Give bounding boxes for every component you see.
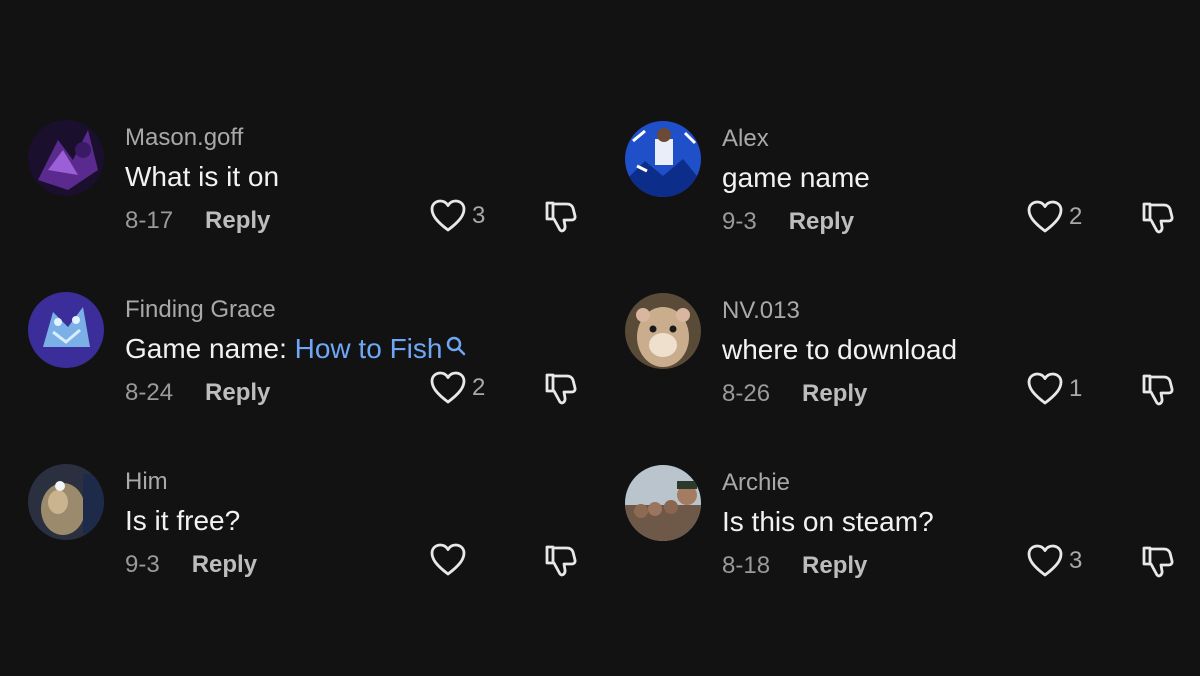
thumbs-down-icon (545, 373, 577, 405)
comment-date: 8-17 (125, 207, 174, 234)
comment-text: Is this on steam? (722, 506, 934, 538)
reply-button[interactable]: Reply (205, 379, 270, 406)
like-button[interactable]: 3 (1027, 544, 1083, 578)
comment-text: game name (722, 162, 870, 194)
like-button[interactable]: 3 (430, 199, 486, 233)
like-button[interactable] (430, 543, 486, 577)
like-button[interactable]: 2 (430, 371, 486, 405)
comment-item: Him Is it free? 9-3 Reply (28, 464, 583, 584)
comment-text: Is it free? (125, 505, 240, 537)
thumbs-down-icon (1142, 546, 1174, 578)
like-count: 3 (1069, 547, 1083, 574)
search-link[interactable]: How to Fish (295, 333, 443, 364)
like-count: 1 (1069, 375, 1083, 402)
comment-meta: 8-24 Reply (125, 379, 270, 407)
comment-meta: 8-17 Reply (125, 207, 270, 235)
like-button[interactable]: 1 (1027, 372, 1083, 406)
thumbs-down-icon (1142, 202, 1174, 234)
comment-item: NV.013 where to download 8-26 Reply 1 (625, 293, 1180, 413)
comment-username[interactable]: NV.013 (722, 297, 800, 325)
comment-item: Mason.goff What is it on 8-17 Reply 3 (28, 120, 583, 240)
avatar[interactable] (28, 292, 104, 368)
comment-username[interactable]: Him (125, 468, 168, 496)
heart-icon (1027, 372, 1063, 405)
comment-text-content: Is it free? (125, 505, 241, 536)
dislike-button[interactable] (543, 371, 579, 412)
dislike-button[interactable] (543, 199, 579, 240)
avatar[interactable] (625, 465, 701, 541)
avatar[interactable] (625, 121, 701, 197)
comment-text: Game name: How to Fish (125, 333, 466, 365)
comment-date: 8-18 (722, 552, 771, 579)
dislike-button[interactable] (543, 543, 579, 584)
comment-meta: 8-18 Reply (722, 552, 867, 580)
comment-item: Alex game name 9-3 Reply 2 (625, 121, 1180, 241)
reply-button[interactable]: Reply (802, 380, 867, 407)
comment-date: 9-3 (722, 208, 757, 235)
like-count: 2 (1069, 203, 1083, 230)
comment-text: where to download (722, 334, 957, 366)
avatar[interactable] (28, 120, 104, 196)
comment-item: Archie Is this on steam? 8-18 Reply 3 (625, 465, 1180, 585)
like-button[interactable]: 2 (1027, 200, 1083, 234)
comment-meta: 8-26 Reply (722, 380, 867, 408)
comment-text-content: Is this on steam? (722, 506, 934, 537)
avatar[interactable] (28, 464, 104, 540)
reply-button[interactable]: Reply (205, 207, 270, 234)
thumbs-down-icon (1142, 374, 1174, 406)
dislike-button[interactable] (1140, 200, 1176, 241)
dislike-button[interactable] (1140, 544, 1176, 585)
comment-username[interactable]: Alex (722, 125, 769, 153)
comment-username[interactable]: Finding Grace (125, 296, 276, 324)
comment-item: Finding Grace Game name: How to Fish 8-2… (28, 292, 583, 412)
heart-icon (1027, 544, 1063, 577)
comment-date: 8-24 (125, 379, 174, 406)
avatar[interactable] (625, 293, 701, 369)
dislike-button[interactable] (1140, 372, 1176, 413)
comment-text-content: game name (722, 162, 870, 193)
comment-meta: 9-3 Reply (125, 551, 257, 579)
heart-icon (430, 371, 466, 404)
like-count: 2 (472, 374, 486, 401)
reply-button[interactable]: Reply (789, 208, 854, 235)
comment-date: 8-26 (722, 380, 771, 407)
thumbs-down-icon (545, 545, 577, 577)
comment-text-content: What is it on (125, 161, 280, 192)
comment-text-content: where to download (722, 334, 958, 365)
comment-date: 9-3 (125, 551, 160, 578)
comment-text: What is it on (125, 161, 279, 193)
heart-icon (430, 543, 466, 576)
comment-username[interactable]: Archie (722, 469, 790, 497)
reply-button[interactable]: Reply (192, 551, 257, 578)
comment-meta: 9-3 Reply (722, 208, 854, 236)
search-icon[interactable] (446, 336, 466, 356)
heart-icon (430, 199, 466, 232)
thumbs-down-icon (545, 201, 577, 233)
heart-icon (1027, 200, 1063, 233)
comment-username[interactable]: Mason.goff (125, 124, 243, 152)
like-count: 3 (472, 202, 486, 229)
reply-button[interactable]: Reply (802, 552, 867, 579)
comment-text-content: Game name: (125, 333, 295, 364)
